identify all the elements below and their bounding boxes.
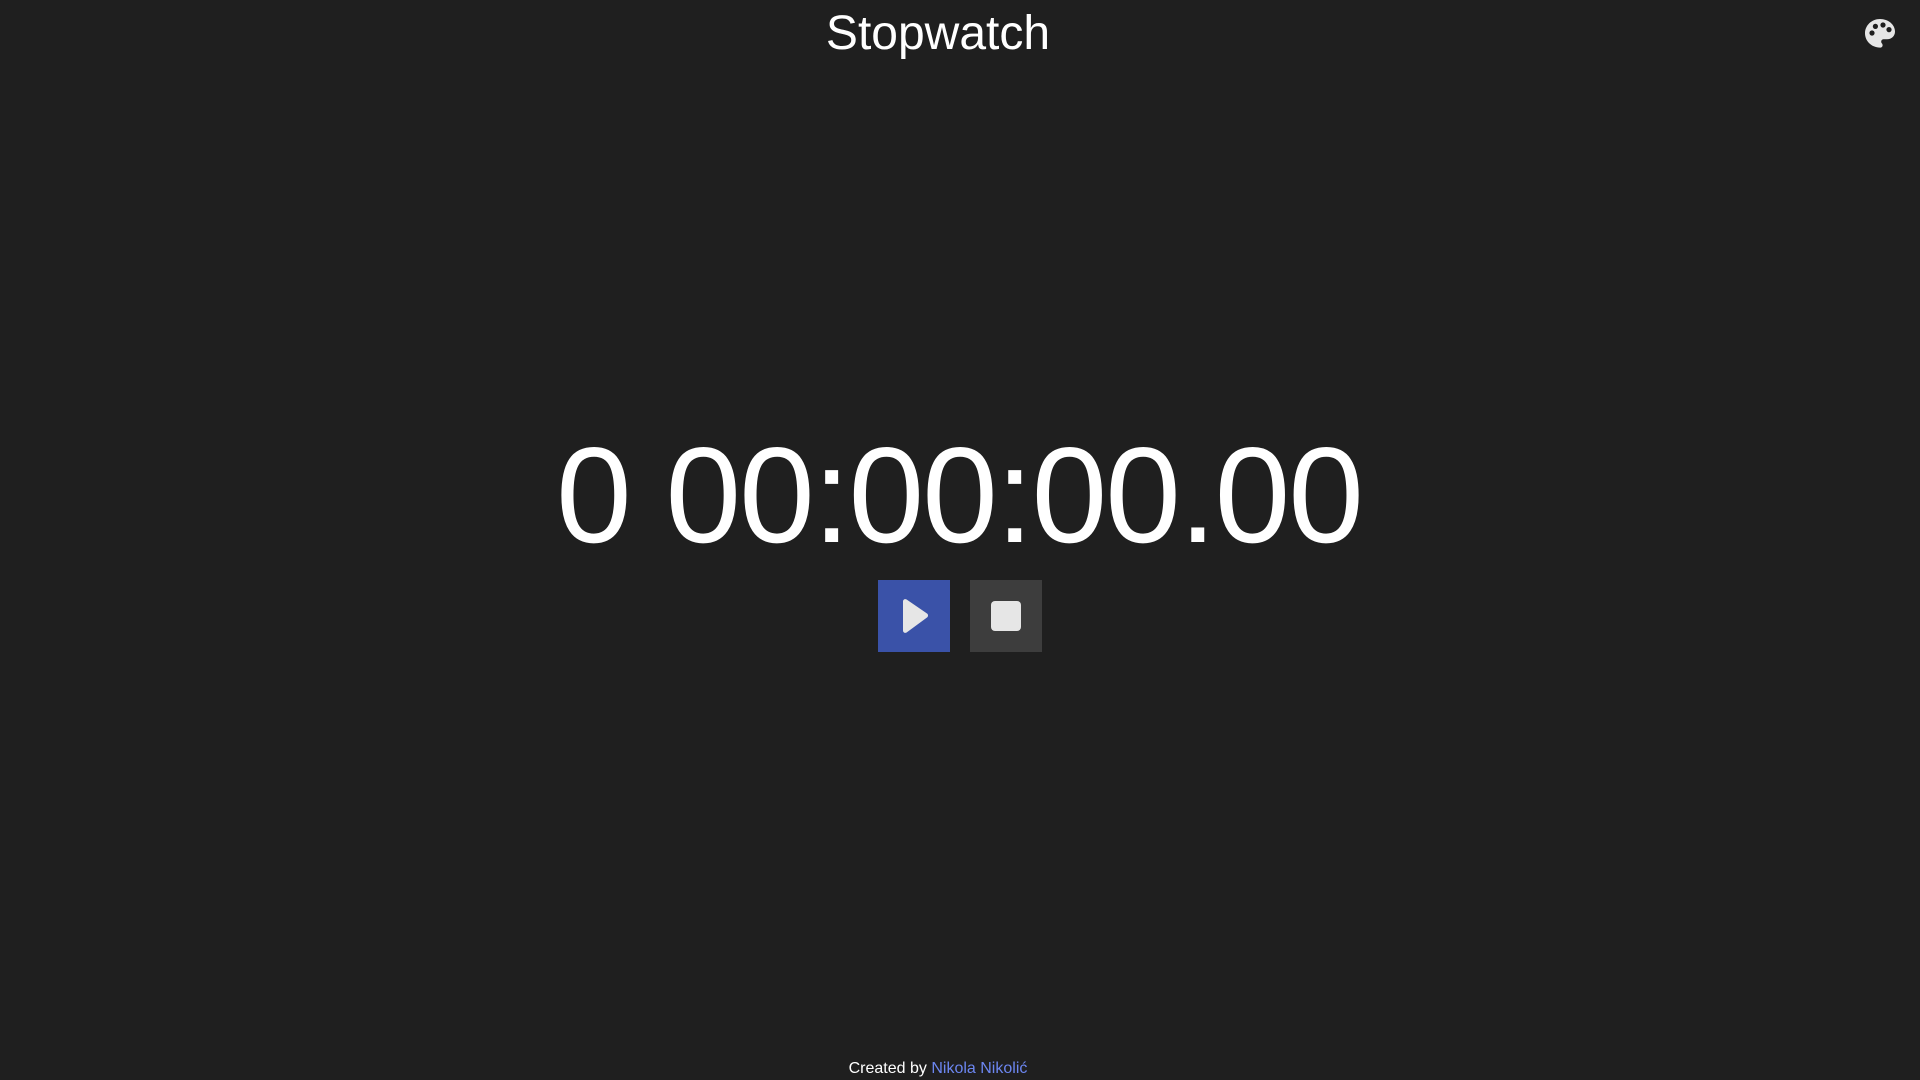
page-title: Stopwatch xyxy=(825,7,1051,60)
palette-icon xyxy=(1862,16,1898,52)
theme-toggle-button[interactable] xyxy=(1862,16,1898,52)
timer-controls xyxy=(878,580,1042,652)
stop-button[interactable] xyxy=(970,580,1042,652)
play-icon xyxy=(897,597,931,635)
play-button[interactable] xyxy=(878,580,950,652)
palette-icon-graphic xyxy=(1865,19,1895,48)
stopwatch-app: Stopwatch 0 00:00:00.00 Created by Nikol… xyxy=(0,0,1920,1080)
stop-icon xyxy=(990,600,1022,632)
footer-created-by-label: Created by xyxy=(848,1060,927,1077)
timer-display: 0 00:00:00.00 xyxy=(556,419,1364,571)
author-link[interactable]: Nikola Nikolić xyxy=(931,1060,1027,1077)
footer: Created by Nikola Nikolić xyxy=(0,1058,1876,1080)
